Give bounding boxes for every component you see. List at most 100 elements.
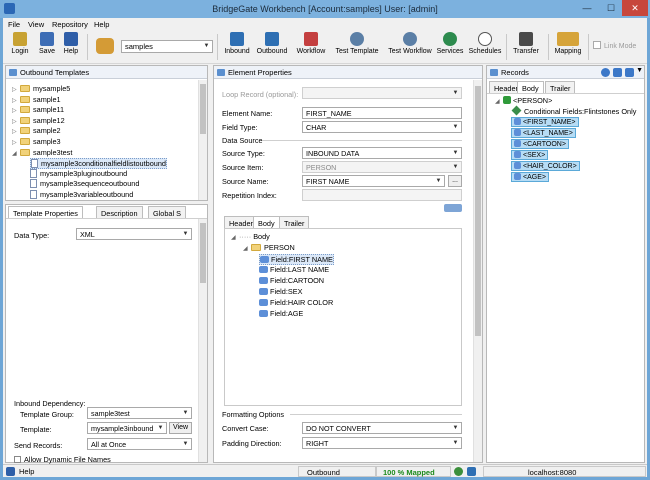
maximize-button[interactable]: ☐ — [600, 0, 622, 16]
inbound-button[interactable]: Inbound — [221, 32, 253, 62]
template-group-select[interactable]: sample3test ▼ — [87, 407, 192, 419]
chevron-down-icon[interactable]: ▼ — [636, 67, 643, 74]
tree-field-item[interactable]: Field:FIRST NAME — [259, 254, 334, 265]
folder-icon — [20, 127, 30, 135]
tree-record-person[interactable]: ◢ PERSON — [243, 243, 295, 254]
data-source-label: Data Source — [222, 136, 263, 145]
template-item[interactable]: mysample3sequenceoutbound — [30, 179, 139, 190]
toolbar-separator — [506, 34, 507, 60]
outbound-scrollbar[interactable] — [198, 80, 207, 200]
scroll-thumb[interactable] — [475, 86, 481, 336]
chevron-right-icon[interactable]: ▷ — [12, 128, 20, 135]
field-icon — [514, 162, 521, 169]
outbound-button[interactable]: Outbound — [254, 32, 290, 62]
source-type-select[interactable]: INBOUND DATA ▼ — [302, 147, 462, 159]
chevron-right-icon[interactable]: ▷ — [12, 118, 20, 125]
collapse-icon[interactable] — [613, 68, 622, 77]
help-button[interactable]: Help — [61, 32, 81, 62]
template-item[interactable]: mysample3pluginoutbound — [30, 168, 127, 180]
records-tab-body[interactable]: Body — [517, 81, 544, 93]
menu-repository[interactable]: Repository — [52, 20, 88, 29]
workflow-button[interactable]: Workflow — [294, 32, 328, 62]
template-item[interactable]: mysample3conditionalfieldlistoutbound — [30, 158, 167, 170]
tree-field-item[interactable]: Field:AGE — [259, 309, 303, 320]
expand-icon[interactable] — [625, 68, 634, 77]
source-name-browse-button[interactable]: ... — [448, 175, 462, 187]
data-type-label: Data Type: — [14, 231, 50, 240]
services-button[interactable]: Services — [435, 32, 465, 62]
search-icon[interactable] — [601, 68, 610, 77]
link-mode-checkbox[interactable]: Link Mode — [593, 41, 636, 50]
template-item[interactable]: mysample3variableoutbound — [30, 190, 133, 201]
template-folder[interactable]: ▷ sample12 — [12, 116, 65, 127]
close-button[interactable]: ✕ — [622, 0, 648, 16]
padding-direction-select[interactable]: RIGHT ▼ — [302, 437, 462, 449]
template-folder[interactable]: ▷ sample11 — [12, 105, 64, 116]
repetition-index-input[interactable] — [302, 189, 462, 201]
records-tab-trailer[interactable]: Trailer — [545, 81, 576, 93]
test-workflow-button[interactable]: Test Workflow — [386, 32, 434, 62]
record-field-tag[interactable]: <AGE> — [511, 172, 549, 182]
field-type-select[interactable]: CHAR ▼ — [302, 121, 462, 133]
scroll-thumb[interactable] — [200, 84, 206, 134]
help-book-icon — [64, 32, 78, 46]
record-field-tag[interactable]: <SEX> — [511, 150, 549, 160]
mapping-button[interactable]: Mapping — [552, 32, 584, 62]
scroll-thumb[interactable] — [200, 223, 206, 283]
chevron-down-icon[interactable]: ◢ — [12, 150, 20, 157]
tab-global-settings[interactable]: Global S — [148, 206, 186, 218]
record-field-tag[interactable]: <LAST_NAME> — [511, 128, 576, 138]
folder-icon — [20, 116, 30, 124]
account-select[interactable]: samples ▼ — [121, 40, 213, 53]
records-root-person[interactable]: ◢ <PERSON> — [495, 96, 552, 107]
tree-field-item[interactable]: Field:LAST NAME — [259, 265, 329, 276]
login-button[interactable]: Login — [9, 32, 31, 62]
tab-description[interactable]: Description — [96, 206, 143, 218]
record-field-tag[interactable]: <CARTOON> — [511, 139, 569, 149]
element-properties-scrollbar[interactable] — [473, 80, 482, 462]
save-button[interactable]: Save — [37, 32, 57, 62]
refresh-icon[interactable] — [454, 467, 463, 476]
source-item-select[interactable]: PERSON ▼ — [302, 161, 462, 173]
tab-trailer[interactable]: Trailer — [279, 216, 310, 228]
element-name-input[interactable]: FIRST_NAME — [302, 107, 462, 119]
test-template-button[interactable]: Test Template — [333, 32, 381, 62]
menu-help[interactable]: Help — [94, 20, 109, 29]
tree-field-item[interactable]: Field:HAIR COLOR — [259, 298, 333, 309]
chevron-right-icon[interactable]: ▷ — [12, 86, 20, 93]
minimize-button[interactable]: — — [576, 0, 598, 16]
record-field-tag[interactable]: <FIRST_NAME> — [511, 117, 579, 127]
outbound-templates-panel: Outbound Templates ▷ mysample5 ▷ sample1 ▷ sa… — [5, 65, 208, 201]
schedules-button[interactable]: Schedules — [467, 32, 503, 62]
chevron-right-icon[interactable]: ▷ — [12, 97, 20, 104]
template-properties-scrollbar[interactable] — [198, 219, 207, 462]
loop-record-select[interactable]: ▼ — [302, 87, 462, 99]
template-folder[interactable]: ▷ sample2 — [12, 126, 61, 137]
tree-field-item[interactable]: Field:SEX — [259, 287, 302, 298]
convert-case-select[interactable]: DO NOT CONVERT ▼ — [302, 422, 462, 434]
tree-root-body[interactable]: ◢ ····· Body — [231, 232, 270, 243]
tree-field-item[interactable]: Field:CARTOON — [259, 276, 324, 287]
chevron-right-icon[interactable]: ▷ — [12, 139, 20, 146]
menu-file[interactable]: File — [8, 20, 20, 29]
status-help[interactable]: Help — [19, 467, 34, 476]
tab-body[interactable]: Body — [253, 216, 280, 228]
tab-template-properties[interactable]: Template Properties — [8, 206, 83, 218]
data-type-select[interactable]: XML ▼ — [76, 228, 192, 240]
chevron-right-icon[interactable]: ▷ — [12, 107, 20, 114]
view-button[interactable]: View — [169, 422, 192, 434]
gear-icon — [403, 32, 417, 46]
transfer-button[interactable]: Transfer — [510, 32, 542, 62]
convert-case-label: Convert Case: — [222, 424, 269, 433]
send-records-select[interactable]: All at Once ▼ — [87, 438, 192, 450]
template-folder[interactable]: ▷ sample3 — [12, 137, 61, 148]
template-folder[interactable]: ▷ mysample5 — [12, 84, 70, 95]
menu-view[interactable]: View — [28, 20, 44, 29]
template-folder[interactable]: ▷ sample1 — [12, 95, 61, 106]
allow-dynamic-checkbox[interactable]: Allow Dynamic File Names — [14, 455, 111, 464]
source-name-select[interactable]: FIRST NAME ▼ — [302, 175, 445, 187]
record-field-tag[interactable]: <HAIR_COLOR> — [511, 161, 580, 171]
template-select[interactable]: mysample3inbound ▼ — [87, 422, 167, 434]
collapse-expand-icon[interactable] — [444, 204, 462, 212]
template-folder[interactable]: ◢ sample3test — [12, 148, 72, 159]
